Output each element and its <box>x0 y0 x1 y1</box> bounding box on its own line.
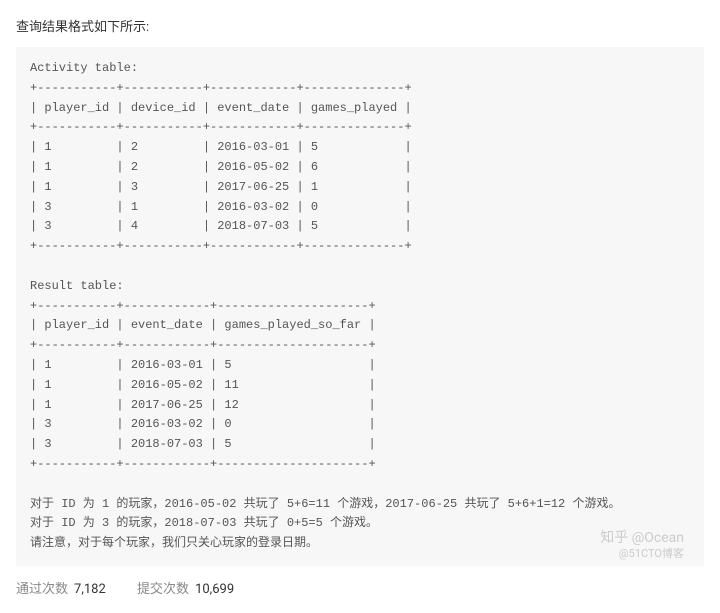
code-block: Activity table: +-----------+-----------… <box>16 47 704 566</box>
stats-row: 通过次数 7,182 提交次数 10,699 <box>16 578 704 597</box>
submit-count-label: 提交次数 <box>137 582 189 597</box>
watermark-line1: 知乎 @Ocean <box>600 530 684 547</box>
watermark: 知乎 @Ocean@51CTO博客 <box>600 530 684 560</box>
pass-count-label: 通过次数 <box>16 582 68 597</box>
code-content: Activity table: +-----------+-----------… <box>30 61 620 550</box>
pass-count-value: 7,182 <box>74 582 106 597</box>
intro-text: 查询结果格式如下所示: <box>16 16 704 35</box>
submit-count-value: 10,699 <box>195 582 234 597</box>
watermark-line2: @51CTO博客 <box>600 547 684 560</box>
